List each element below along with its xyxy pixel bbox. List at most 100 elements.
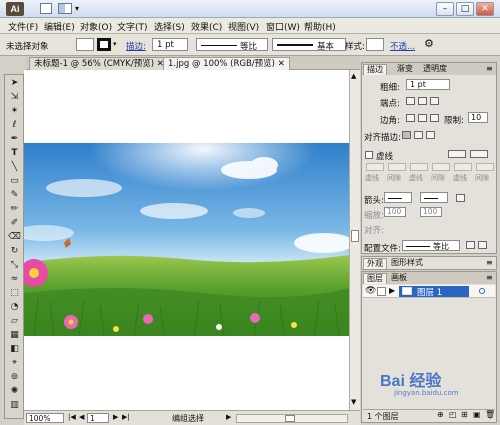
variable-width-profile[interactable]: 等比 (196, 38, 268, 52)
selection-tool-icon[interactable]: ➤ (7, 77, 22, 89)
tab-appearance[interactable]: 外观 (363, 258, 387, 269)
align-center-icon[interactable] (402, 131, 411, 139)
panel-menu-icon[interactable]: ≡ (486, 258, 493, 267)
panel-menu-icon[interactable]: ≡ (486, 273, 493, 282)
perspective-icon[interactable]: ▱ (7, 315, 22, 327)
tab-artboards[interactable]: 画板 (388, 273, 410, 284)
scroll-thumb[interactable] (351, 230, 359, 242)
maximize-button[interactable]: □ (456, 2, 474, 16)
layer-row[interactable]: 👁 ▶ 图层 1 (363, 285, 495, 298)
menu-object[interactable]: 对象(O) (80, 20, 112, 33)
projecting-cap-icon[interactable] (430, 97, 439, 105)
page-field[interactable]: 1 (87, 413, 109, 423)
zoom-field[interactable]: 100% (26, 413, 64, 423)
layer-highlight[interactable]: 图层 1 (399, 286, 469, 298)
symbol-sprayer-icon[interactable]: ✺ (7, 385, 22, 397)
menu-help[interactable]: 帮助(H) (304, 20, 336, 33)
bevel-join-icon[interactable] (430, 114, 439, 122)
stroke-label[interactable]: 描边: (126, 40, 146, 52)
lock-toggle[interactable] (377, 287, 386, 296)
dashed-line-checkbox[interactable] (365, 151, 373, 159)
layer-name[interactable]: 图层 1 (417, 286, 442, 298)
rotate-icon[interactable]: ↻ (7, 245, 22, 257)
scroll-down-icon[interactable]: ▼ (351, 398, 356, 406)
type-tool-icon[interactable]: T (7, 147, 22, 159)
paintbrush-icon[interactable]: ✎ (7, 189, 22, 201)
flip-along-icon[interactable] (466, 241, 475, 249)
eyedropper-icon[interactable]: ⌖ (7, 357, 22, 369)
tab-1jpg[interactable]: 1.jpg @ 100% (RGB/预览) ✕ (163, 57, 290, 70)
target-icon[interactable] (479, 288, 485, 294)
first-page-icon[interactable]: |◀ (68, 413, 76, 421)
make-clipping-mask-icon[interactable]: ◰ (449, 410, 457, 419)
pencil-icon[interactable]: ✏ (7, 203, 22, 215)
butt-cap-icon[interactable] (406, 97, 415, 105)
arrange-icon[interactable] (58, 3, 72, 14)
horizontal-scrollbar[interactable] (236, 414, 348, 423)
scale-start-field[interactable]: 100 (384, 207, 406, 217)
menu-type[interactable]: 文字(T) (117, 20, 148, 33)
expand-triangle-icon[interactable]: ▶ (389, 286, 395, 295)
locate-object-icon[interactable]: ⊕ (437, 410, 444, 419)
tab-gradient[interactable]: 渐变 (394, 64, 416, 75)
menu-window[interactable]: 窗口(W) (266, 20, 300, 33)
dash-align-icon[interactable] (470, 150, 488, 158)
round-cap-icon[interactable] (418, 97, 427, 105)
align-outside-icon[interactable] (426, 131, 435, 139)
dash-preserve-icon[interactable] (448, 150, 466, 158)
shape-builder-icon[interactable]: ◔ (7, 301, 22, 313)
menu-view[interactable]: 视图(V) (228, 20, 259, 33)
flip-across-icon[interactable] (478, 241, 487, 249)
round-join-icon[interactable] (418, 114, 427, 122)
dash-3-field[interactable] (454, 163, 472, 171)
opacity-label[interactable]: 不透... (390, 40, 415, 52)
end-arrow-select[interactable] (420, 192, 448, 203)
blob-brush-icon[interactable]: ✐ (7, 217, 22, 229)
mesh-icon[interactable]: ▦ (7, 329, 22, 341)
tab-layers[interactable]: 图层 (363, 273, 387, 284)
hscroll-thumb[interactable] (285, 415, 295, 422)
layout-icon[interactable] (40, 3, 52, 14)
swap-arrows-icon[interactable] (456, 194, 465, 202)
close-button[interactable]: ✕ (476, 2, 494, 16)
line-tool-icon[interactable]: ╲ (7, 161, 22, 173)
last-page-icon[interactable]: ▶| (122, 413, 130, 421)
gap-1-field[interactable] (388, 163, 406, 171)
stroke-weight-field[interactable]: 1 pt (152, 38, 188, 51)
menu-edit[interactable]: 编辑(E) (44, 20, 75, 33)
dash-1-field[interactable] (366, 163, 384, 171)
minimize-button[interactable]: – (436, 2, 454, 16)
chevron-down-icon[interactable]: ▾ (75, 4, 79, 13)
tab-untitled[interactable]: 未标题-1 @ 56% (CMYK/预览) ✕ (29, 57, 169, 70)
style-swatch[interactable] (366, 38, 384, 51)
profile-select[interactable]: 等比 (402, 240, 460, 251)
rectangle-tool-icon[interactable]: ▭ (7, 175, 22, 187)
miter-join-icon[interactable] (406, 114, 415, 122)
pen-tool-icon[interactable]: ✒ (7, 133, 22, 145)
chevron-down-icon[interactable]: ▾ (113, 40, 117, 48)
start-arrow-select[interactable] (384, 192, 412, 203)
warp-icon[interactable]: ≈ (7, 273, 22, 285)
new-sublayer-icon[interactable]: ⊞ (461, 410, 468, 419)
direct-selection-tool-icon[interactable]: ⇲ (7, 91, 22, 103)
vertical-scrollbar[interactable]: ▲ ▼ (349, 70, 360, 410)
options-icon[interactable]: ⚙ (424, 37, 434, 50)
blend-icon[interactable]: ⊚ (7, 371, 22, 383)
close-icon[interactable]: ✕ (278, 59, 285, 69)
eraser-icon[interactable]: ⌫ (7, 231, 22, 243)
panel-menu-icon[interactable]: ≡ (486, 64, 493, 73)
lasso-icon[interactable]: ℓ (7, 119, 22, 131)
tab-stroke[interactable]: 描边 (363, 64, 387, 75)
graph-tool-icon[interactable]: ▥ (7, 399, 22, 411)
delete-layer-icon[interactable]: 🗑 (485, 410, 495, 419)
scale-icon[interactable]: ⤡ (7, 259, 22, 271)
scale-end-field[interactable]: 100 (420, 207, 442, 217)
gap-3-field[interactable] (476, 163, 494, 171)
brush-definition[interactable]: 基本 (272, 38, 346, 52)
limit-field[interactable]: 10 (468, 112, 488, 123)
gap-2-field[interactable] (432, 163, 450, 171)
menu-select[interactable]: 选择(S) (154, 20, 185, 33)
tab-transparency[interactable]: 透明度 (420, 64, 450, 75)
fill-swatch[interactable] (76, 38, 94, 51)
weight-field[interactable]: 1 pt (406, 79, 450, 90)
